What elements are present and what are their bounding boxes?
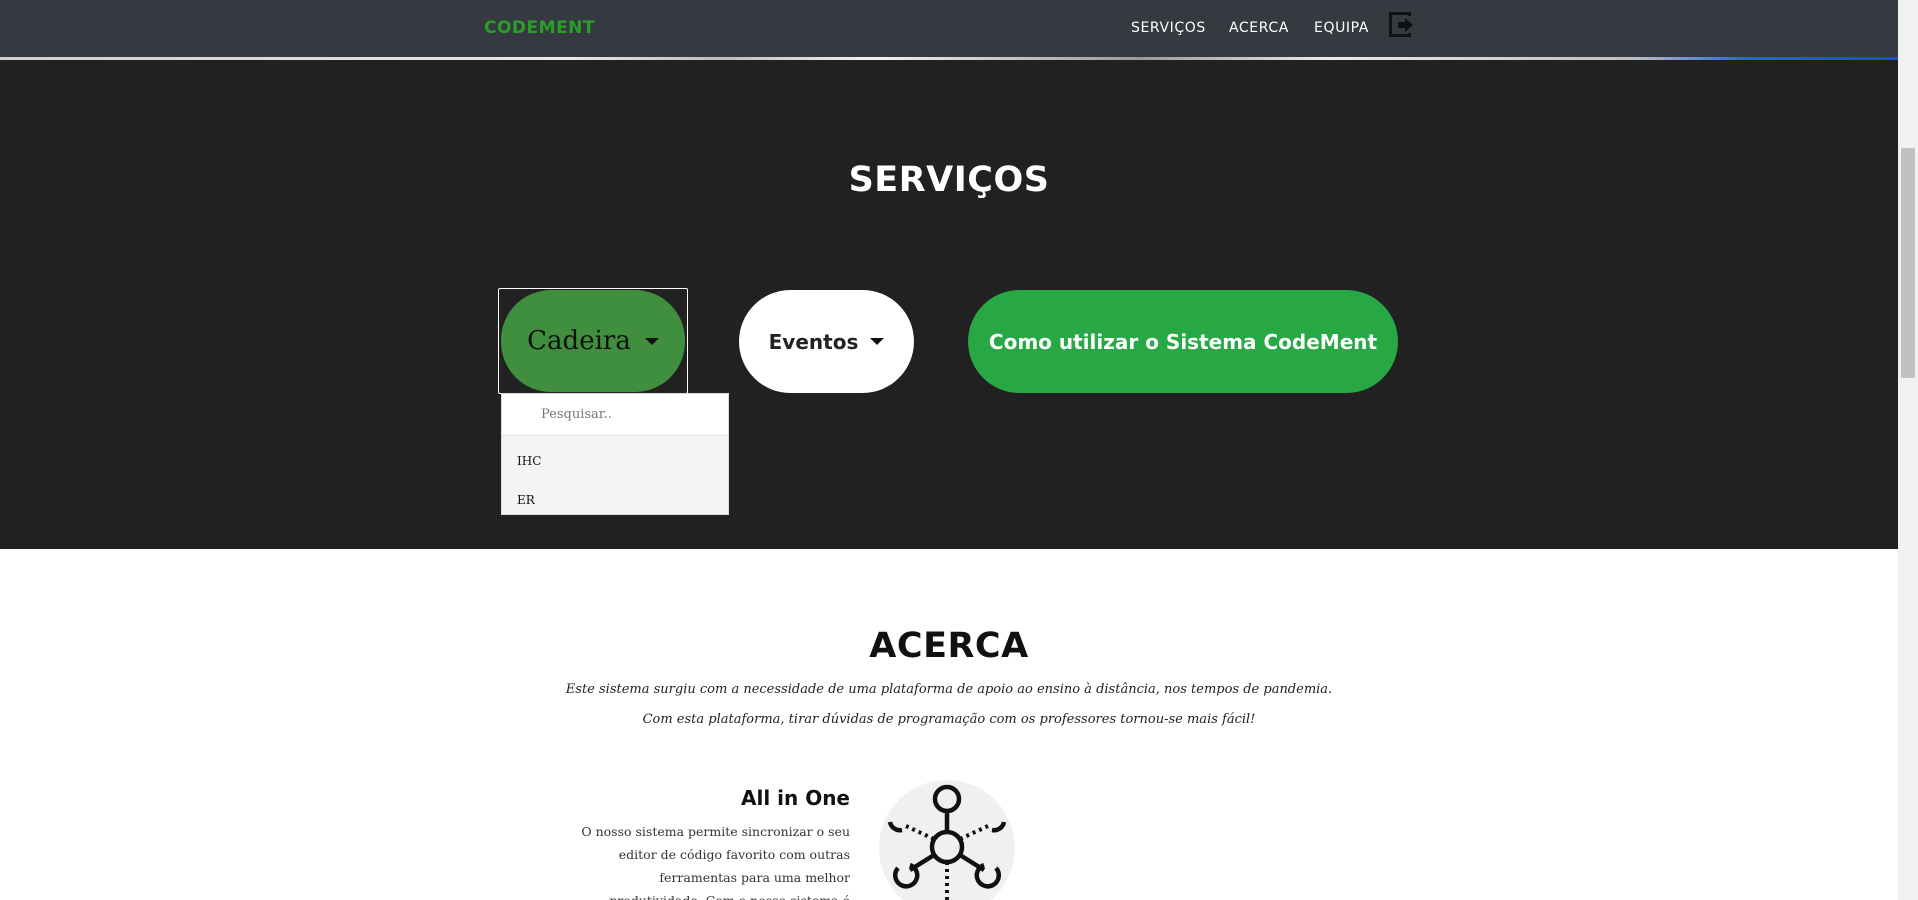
dropdown-item-ihc[interactable]: IHC [517,454,541,468]
acerca-paragraph-1: Este sistema surgiu com a necessidade de… [565,682,1333,697]
services-title: SERVIÇOS [848,160,1050,200]
cadeira-focus-outline: Cadeira [498,288,688,394]
acerca-paragraph-2: Com esta plataforma, tirar dúvidas de pr… [642,712,1256,727]
cadeira-dropdown-menu: Pesquisar.. IHC ER [501,393,729,515]
brand-logo[interactable]: CODEMENT [484,18,595,38]
nav-link-equipa[interactable]: EQUIPA [1314,20,1369,36]
feature-title: All in One [740,786,850,810]
services-section: SERVIÇOS Cadeira Eventos Como utilizar o… [0,60,1898,549]
dropdown-search-input[interactable]: Pesquisar.. [502,394,728,436]
nav-link-acerca[interactable]: ACERCA [1229,20,1289,36]
cadeira-dropdown-button[interactable]: Cadeira [501,290,685,392]
nav-link-servicos[interactable]: SERVIÇOS [1131,20,1206,36]
feature-description: O nosso sistema permite sincronizar o se… [581,824,850,900]
caret-down-icon [644,337,659,345]
eventos-button-label: Eventos [768,329,859,354]
acerca-title: ACERCA [869,626,1029,666]
logout-icon[interactable] [1389,12,1415,38]
cadeira-button-label: Cadeira [527,326,631,356]
dropdown-item-er[interactable]: ER [517,493,535,507]
top-navbar: CODEMENT SERVIÇOS ACERCA EQUIPA [0,0,1898,59]
hub-network-icon [879,780,1015,900]
eventos-dropdown-button[interactable]: Eventos [739,290,914,393]
como-utilizar-button[interactable]: Como utilizar o Sistema CodeMent [968,290,1398,393]
scrollbar-thumb[interactable] [1901,148,1915,378]
page-scrollbar[interactable] [1898,0,1918,900]
caret-down-icon [870,338,885,345]
